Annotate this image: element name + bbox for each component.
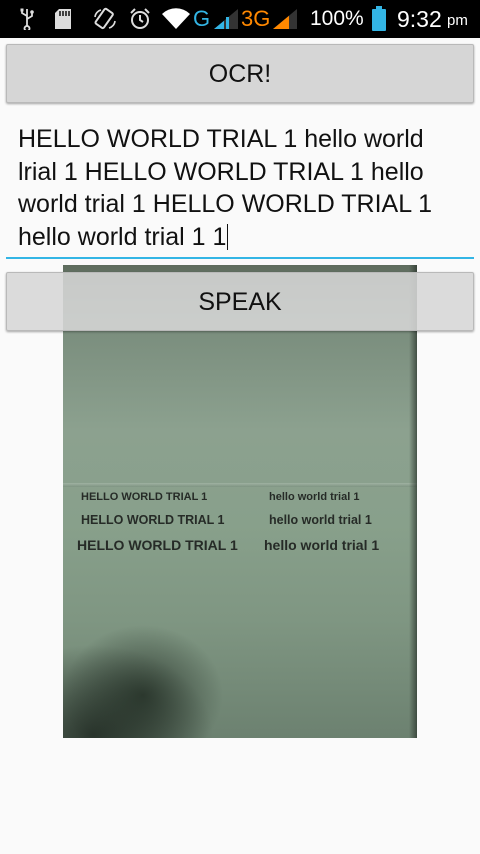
wifi-icon [161, 0, 191, 38]
recognized-text-field[interactable]: HELLO WORLD TRIAL 1 hello world lrial 1 … [6, 121, 474, 259]
recognized-text-line: HELLO WORLD TRIAL 1 hello world [18, 125, 424, 153]
photo-text-left: HELLO WORLD TRIAL 1 [81, 491, 208, 503]
photo-text-right: hello world trial 1 [269, 491, 360, 503]
network-3g-label: 3G [241, 6, 271, 31]
paper-fold [63, 483, 417, 487]
captured-photo: HELLO WORLD TRIAL 1 hello world trial 1 … [63, 265, 417, 738]
text-cursor [227, 223, 229, 250]
screen-rotation-icon [93, 0, 117, 38]
recognized-text-line: lrial 1 HELLO WORLD TRIAL 1 hello [18, 157, 424, 186]
recognized-text-line: hello world trial 1 1 [18, 222, 227, 251]
ocr-button[interactable]: OCR! [6, 44, 474, 103]
photo-edge-shadow [409, 265, 417, 738]
signal-3g-icon [271, 0, 299, 38]
battery-icon [371, 0, 387, 38]
speak-button[interactable]: SPEAK [6, 272, 474, 331]
clock-time: 9:32 [397, 6, 442, 32]
battery-percent: 100% [310, 7, 364, 30]
signal-g-icon [212, 0, 240, 38]
photo-text-left: HELLO WORLD TRIAL 1 [81, 513, 225, 527]
usb-icon [19, 0, 35, 38]
alarm-icon [128, 0, 152, 38]
status-bar: G 3G 100% 9:32 pm [0, 0, 480, 38]
ocr-button-label: OCR! [208, 60, 272, 88]
photo-text-right: hello world trial 1 [269, 513, 372, 527]
sd-card-icon [54, 0, 72, 38]
recognized-text-line: world trial 1 HELLO WORLD TRIAL 1 [18, 190, 433, 218]
network-g-label: G [193, 6, 211, 31]
photo-text-right: hello world trial 1 [264, 537, 380, 553]
clock-ampm: pm [447, 12, 468, 29]
photo-text-left: HELLO WORLD TRIAL 1 [77, 537, 238, 553]
speak-button-label: SPEAK [198, 288, 282, 316]
